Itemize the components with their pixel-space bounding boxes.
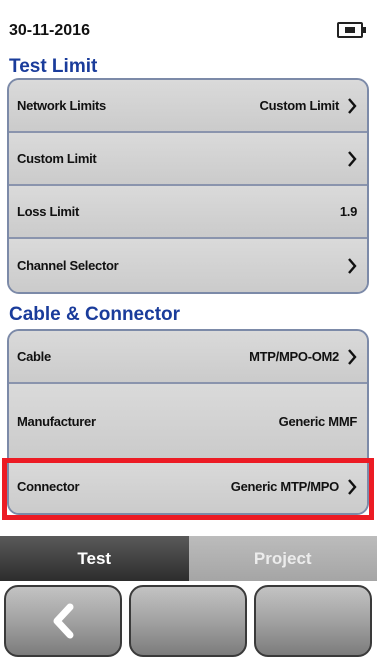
- row-value: Generic MTP/MPO: [230, 479, 340, 494]
- softkey-2-button[interactable]: [129, 585, 247, 657]
- chevron-right-icon: [348, 478, 357, 495]
- row-label: Manufacturer: [17, 413, 96, 429]
- chevron-right-icon: [348, 257, 357, 274]
- status-bar: 30-11-2016: [0, 0, 377, 56]
- row-label: Loss Limit: [17, 204, 80, 219]
- tab-bar: Test Project: [0, 536, 377, 581]
- softkey-bar: [0, 583, 377, 660]
- tab-project[interactable]: Project: [188, 536, 377, 581]
- row-label: Channel Selector: [17, 258, 119, 273]
- row-manufacturer[interactable]: Manufacturer Generic MMF: [9, 384, 367, 460]
- chevron-right-icon: [348, 348, 357, 365]
- chevron-right-icon: [348, 97, 357, 114]
- chevron-right-icon: [348, 150, 357, 167]
- row-custom-limit[interactable]: Custom Limit: [9, 133, 367, 186]
- row-label: Cable: [17, 349, 51, 364]
- row-cable[interactable]: Cable MTP/MPO-OM2: [9, 331, 367, 384]
- tab-test[interactable]: Test: [0, 536, 189, 581]
- row-label: Network Limits: [17, 98, 106, 113]
- date-label: 30-11-2016: [9, 22, 90, 39]
- row-connector[interactable]: Connector Generic MTP/MPO: [9, 460, 367, 513]
- row-loss-limit[interactable]: Loss Limit 1.9: [9, 186, 367, 239]
- battery-icon: [337, 22, 366, 38]
- row-value: MTP/MPO-OM2: [249, 349, 339, 364]
- section-title-cable-connector: Cable & Connector: [9, 304, 181, 325]
- back-arrow-icon: [53, 603, 74, 639]
- row-channel-selector[interactable]: Channel Selector: [9, 239, 367, 292]
- row-value: 1.9: [339, 204, 357, 219]
- cable-connector-group: Cable MTP/MPO-OM2 Manufacturer Generic M…: [7, 329, 369, 515]
- row-value: Generic MMF: [278, 413, 358, 429]
- row-value: Custom Limit: [259, 98, 340, 113]
- row-network-limits[interactable]: Network Limits Custom Limit: [9, 80, 367, 133]
- test-limit-group: Network Limits Custom Limit Custom Limit…: [7, 78, 369, 294]
- softkey-3-button[interactable]: [254, 585, 372, 657]
- row-label: Connector: [17, 479, 80, 494]
- back-button[interactable]: [4, 585, 122, 657]
- section-title-test-limit: Test Limit: [9, 56, 98, 77]
- row-label: Custom Limit: [17, 151, 97, 166]
